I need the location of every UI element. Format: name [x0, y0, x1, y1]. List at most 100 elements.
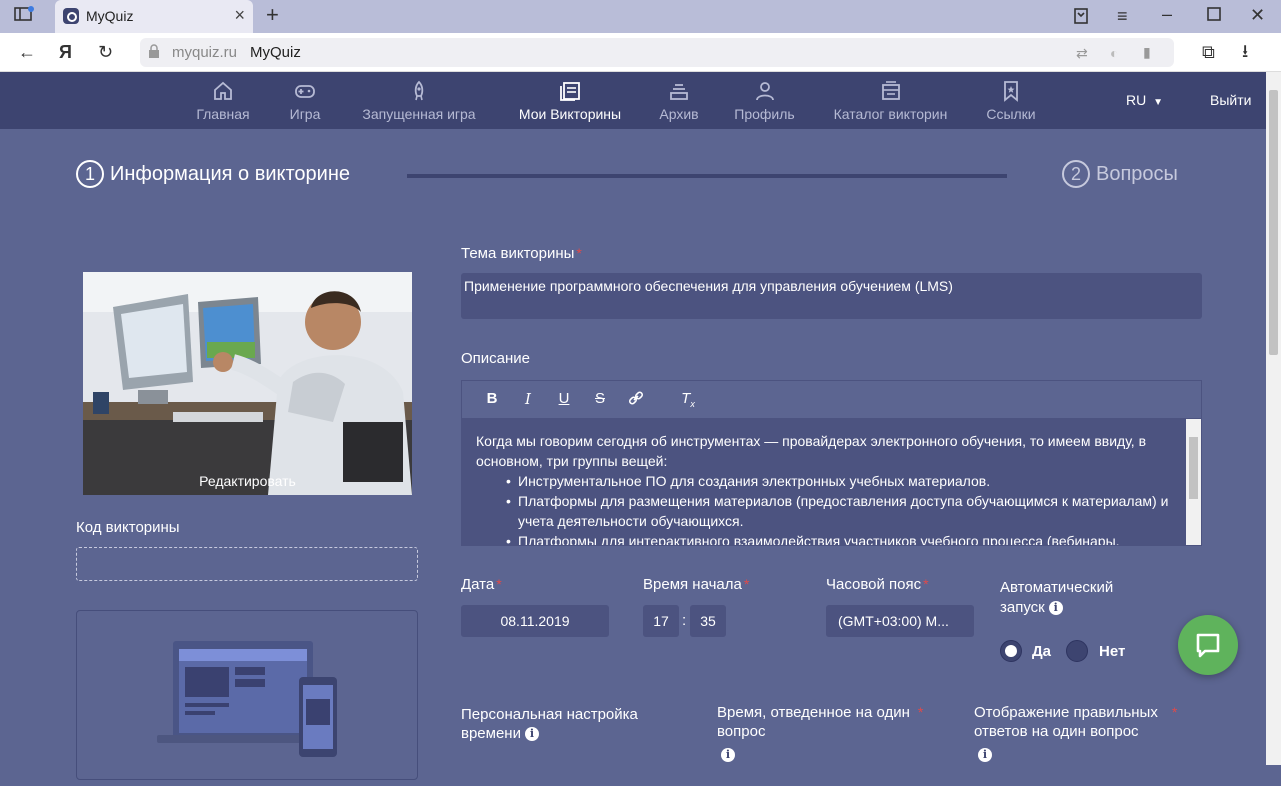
- address-bar: ← Я ↻ myquiz.ru MyQuiz ⇄ ◐ ▮ ⧉ ⭳: [0, 33, 1281, 72]
- collections-icon[interactable]: [1072, 7, 1090, 29]
- time-per-question-text: Время, отведенное на один: [717, 704, 910, 721]
- list-item: Инструментальное ПО для создания электро…: [518, 471, 1176, 491]
- timezone-value: (GMT+03:00) M...: [838, 613, 949, 629]
- site-favicon-icon: [63, 8, 79, 24]
- hour-value: 17: [653, 613, 669, 629]
- start-time-label-text: Время начала: [643, 576, 742, 593]
- reload-icon[interactable]: ↻: [98, 42, 113, 62]
- auto-start-label-text: запуск: [1000, 599, 1045, 616]
- underline-icon[interactable]: U: [555, 390, 573, 408]
- nav-item-home[interactable]: Главная: [194, 80, 252, 122]
- page-scrollbar-thumb[interactable]: [1269, 90, 1278, 355]
- nav-item-game[interactable]: Игра: [285, 80, 325, 122]
- topic-input-value: Применение программного обеспечения для …: [464, 278, 953, 294]
- protect-icon[interactable]: ◐: [1110, 43, 1118, 63]
- downloads-icon[interactable]: ⧉: [1202, 42, 1215, 62]
- personal-time-label: Персональная настройка времени i: [461, 705, 638, 743]
- page-scrollbar[interactable]: [1266, 72, 1281, 765]
- back-icon[interactable]: ←: [18, 42, 36, 62]
- required-asterisk: *: [917, 704, 924, 720]
- step-number: 1: [76, 160, 104, 188]
- auto-start-label-line1: Автоматический: [1000, 579, 1114, 596]
- chat-button[interactable]: [1178, 615, 1238, 675]
- info-icon[interactable]: i: [978, 748, 992, 763]
- required-asterisk: *: [576, 245, 582, 261]
- minute-value: 35: [700, 613, 716, 629]
- nav-item-archive[interactable]: Архив: [657, 80, 701, 122]
- editor-content[interactable]: Когда мы говорим сегодня об инструментах…: [462, 419, 1201, 545]
- topic-input[interactable]: Применение программного обеспечения для …: [461, 273, 1202, 319]
- strikethrough-icon[interactable]: S: [591, 390, 609, 408]
- editor-scrollbar-thumb[interactable]: [1189, 437, 1198, 499]
- tab-close-icon[interactable]: ×: [234, 5, 245, 26]
- step-questions[interactable]: 2 Вопросы: [1062, 160, 1178, 188]
- menu-icon[interactable]: ≡: [1117, 6, 1128, 26]
- archive-icon: [670, 84, 688, 100]
- editor-text: Когда мы говорим сегодня об инструментах…: [476, 431, 1176, 545]
- nav-item-catalog[interactable]: Каталог викторин: [828, 80, 953, 122]
- description-list: Инструментальное ПО для создания электро…: [476, 471, 1176, 545]
- edit-image-label[interactable]: Редактировать: [83, 473, 412, 489]
- auto-start-no-label[interactable]: Нет: [1099, 643, 1125, 660]
- url-page-title: MyQuiz: [250, 44, 301, 61]
- auto-start-no-radio[interactable]: [1066, 640, 1088, 662]
- minimize-icon[interactable]: –: [1162, 4, 1172, 24]
- topic-label-text: Тема викторины: [461, 245, 575, 262]
- step-progress-line: [407, 174, 1007, 178]
- nav-item-my-quizzes[interactable]: Мои Викторины: [513, 80, 627, 122]
- start-minute-input[interactable]: 35: [690, 605, 726, 637]
- quiz-code-field[interactable]: [76, 547, 418, 581]
- download-arrow-icon[interactable]: ⭳: [1242, 41, 1248, 61]
- show-correct-text: Отображение правильных: [974, 704, 1158, 721]
- sidebar-toggle-icon[interactable]: [14, 6, 34, 26]
- link-icon[interactable]: [627, 390, 645, 408]
- translate-icon[interactable]: ⇄: [1076, 43, 1088, 63]
- timezone-select[interactable]: (GMT+03:00) M...: [826, 605, 974, 637]
- browser-tabbar: MyQuiz × + ≡ – ✕: [0, 0, 1281, 33]
- nav-item-links[interactable]: Ссылки: [985, 80, 1037, 122]
- personal-time-label-text: времени: [461, 725, 521, 742]
- new-tab-icon[interactable]: +: [266, 4, 279, 26]
- info-icon[interactable]: i: [721, 748, 735, 763]
- language-selector[interactable]: RU ▼: [1126, 92, 1163, 108]
- url-field[interactable]: myquiz.ru MyQuiz: [140, 38, 1174, 67]
- nav-label: Главная: [196, 106, 250, 122]
- gamepad-icon: [295, 85, 315, 98]
- tab-title: MyQuiz: [86, 8, 134, 24]
- auto-start-yes-radio[interactable]: [1000, 640, 1022, 662]
- quiz-code-label: Код викторины: [76, 519, 180, 536]
- auto-start-yes-label[interactable]: Да: [1032, 643, 1051, 660]
- info-icon[interactable]: i: [524, 727, 539, 742]
- show-correct-line1: Отображение правильных *: [974, 703, 1177, 722]
- editor-scrollbar[interactable]: [1186, 419, 1201, 545]
- yandex-logo-icon[interactable]: Я: [59, 42, 72, 62]
- bold-icon[interactable]: B: [483, 390, 501, 408]
- window-close-icon[interactable]: ✕: [1250, 5, 1265, 25]
- logout-link[interactable]: Выйти: [1210, 92, 1251, 108]
- browser-tab[interactable]: MyQuiz ×: [55, 0, 253, 33]
- radio-selected-dot: [1005, 645, 1017, 657]
- date-label: Дата *: [461, 576, 502, 593]
- clear-format-icon[interactable]: Tx: [679, 390, 697, 409]
- time-per-question-label: Время, отведенное на один * вопрос i: [717, 703, 923, 764]
- maximize-icon[interactable]: [1206, 6, 1222, 26]
- description-editor[interactable]: B I U S Tx Когда мы говорим сегодня об и…: [461, 380, 1202, 546]
- date-input[interactable]: 08.11.2019: [461, 605, 609, 637]
- italic-icon[interactable]: I: [519, 390, 537, 408]
- quiz-cover-image[interactable]: Редактировать: [83, 272, 412, 495]
- info-icon[interactable]: i: [1048, 601, 1063, 616]
- nav-item-running-game[interactable]: Запущенная игра: [357, 80, 481, 122]
- start-time-label: Время начала *: [643, 576, 749, 593]
- nav-label: Профиль: [734, 106, 795, 122]
- step-quiz-info[interactable]: 1 Информация о викторине: [76, 160, 350, 188]
- step-number: 2: [1062, 160, 1090, 188]
- description-intro: Когда мы говорим сегодня об инструментах…: [476, 433, 1147, 469]
- personal-time-label-line1: Персональная настройка: [461, 706, 638, 723]
- timezone-label: Часовой пояс *: [826, 576, 929, 593]
- nav-item-profile[interactable]: Профиль: [732, 80, 797, 122]
- start-hour-input[interactable]: 17: [643, 605, 679, 637]
- required-asterisk: *: [496, 576, 502, 592]
- bookmark-page-icon[interactable]: ▮: [1143, 42, 1151, 62]
- list-item: Платформы для размещения материалов (пре…: [518, 491, 1176, 531]
- catalog-icon: [881, 81, 900, 100]
